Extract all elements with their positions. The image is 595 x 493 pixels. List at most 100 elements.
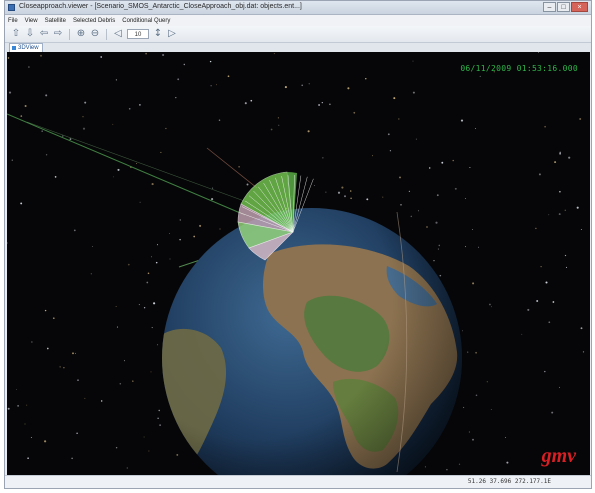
debris-point (112, 123, 114, 125)
debris-point (209, 60, 212, 63)
debris-point (366, 198, 369, 201)
arrow-down-icon[interactable]: ⇩ (25, 28, 35, 40)
debris-point (26, 404, 28, 406)
arrow-left-icon[interactable]: ⇦ (39, 28, 49, 40)
debris-point (59, 366, 61, 368)
debris-point (538, 52, 539, 53)
tab-3dview[interactable]: 3DView (9, 43, 43, 52)
menu-file[interactable]: File (8, 18, 18, 24)
debris-point (8, 91, 12, 94)
debris-point (410, 215, 413, 218)
debris-point (165, 127, 167, 130)
debris-point (157, 344, 159, 346)
debris-point (151, 327, 153, 329)
minimize-button[interactable]: – (543, 2, 556, 12)
debris-point (76, 432, 78, 434)
debris-point (177, 78, 180, 81)
debris-point (270, 128, 273, 131)
debris-point (160, 151, 162, 153)
debris-point (175, 96, 177, 99)
debris-point (505, 437, 506, 438)
debris-point (44, 309, 47, 312)
debris-point (322, 157, 324, 159)
maximize-button[interactable]: □ (557, 2, 570, 12)
orbit-line (206, 147, 258, 189)
debris-point (408, 190, 411, 193)
debris-point (469, 166, 471, 169)
title-bar[interactable]: Closeapproach.viewer - [Scenario_SMOS_An… (5, 1, 591, 15)
debris-point (24, 105, 27, 107)
debris-point (438, 244, 441, 247)
debris-point (46, 347, 49, 350)
debris-point (337, 191, 341, 194)
debris-point (69, 138, 72, 140)
debris-point (193, 235, 196, 238)
debris-point (127, 263, 130, 266)
debris-point (307, 130, 310, 133)
debris-point (100, 400, 103, 402)
debris-point (540, 265, 542, 268)
arrow-right-icon[interactable]: ⇨ (53, 28, 63, 40)
debris-point (116, 326, 119, 328)
debris-point (54, 176, 57, 178)
debris-point (318, 104, 321, 106)
debris-point (301, 84, 304, 87)
debris-point (462, 330, 463, 332)
3d-viewport[interactable]: 06/11/2009 01:53:16.000 gmv (7, 52, 590, 476)
debris-point (568, 156, 571, 159)
debris-point (371, 155, 373, 157)
play-icon[interactable]: ▷ (167, 28, 177, 40)
debris-point (115, 306, 117, 307)
close-button[interactable]: × (571, 2, 588, 12)
debris-point (548, 321, 551, 324)
debris-point (219, 228, 221, 230)
debris-point (150, 371, 152, 373)
toolbar-separator (69, 28, 70, 40)
debris-point (341, 186, 344, 189)
debris-point (580, 327, 583, 330)
debris-point (329, 103, 331, 106)
debris-point (558, 213, 561, 216)
debris-point (454, 187, 457, 190)
debris-point (250, 99, 253, 102)
debris-point (308, 83, 310, 85)
zoom-out-icon[interactable]: ⊖ (90, 28, 100, 40)
debris-point (117, 168, 120, 171)
debris-point (7, 57, 10, 59)
debris-point (39, 54, 43, 57)
debris-point (227, 75, 230, 78)
menu-view[interactable]: View (25, 18, 38, 24)
debris-point (123, 360, 125, 362)
debris-point (284, 86, 287, 89)
debris-point (159, 424, 162, 426)
step-back-icon[interactable]: ◁ (113, 28, 123, 40)
menu-satellite[interactable]: Satellite (45, 18, 66, 24)
debris-point (132, 380, 134, 382)
debris-point (441, 161, 444, 164)
debris-point (479, 75, 481, 77)
debris-point (73, 229, 76, 232)
debris-point (387, 133, 390, 136)
debris-point (72, 352, 74, 355)
zoom-in-icon[interactable]: ⊕ (76, 28, 86, 40)
debris-point (489, 303, 491, 306)
debris-point (472, 282, 475, 285)
debris-point (179, 238, 181, 241)
menu-conditional-query[interactable]: Conditional Query (122, 18, 170, 24)
menu-selected-debris[interactable]: Selected Debris (73, 18, 115, 24)
debris-point (151, 256, 153, 258)
debris-point (16, 389, 18, 390)
debris-point (527, 308, 530, 311)
step-value-field[interactable]: 10 (127, 29, 149, 39)
debris-point (176, 453, 179, 456)
debris-point (437, 248, 439, 250)
debris-point (71, 457, 73, 460)
spin-icon[interactable]: ↕ (153, 28, 163, 40)
arrow-up-icon[interactable]: ⇧ (11, 28, 21, 40)
debris-point (63, 367, 65, 369)
debris-point (435, 221, 438, 224)
status-bar: 51.26 37.696 272.177.1E (5, 475, 591, 488)
debris-point (41, 130, 43, 132)
debris-point (169, 233, 171, 234)
debris-point (84, 397, 86, 399)
